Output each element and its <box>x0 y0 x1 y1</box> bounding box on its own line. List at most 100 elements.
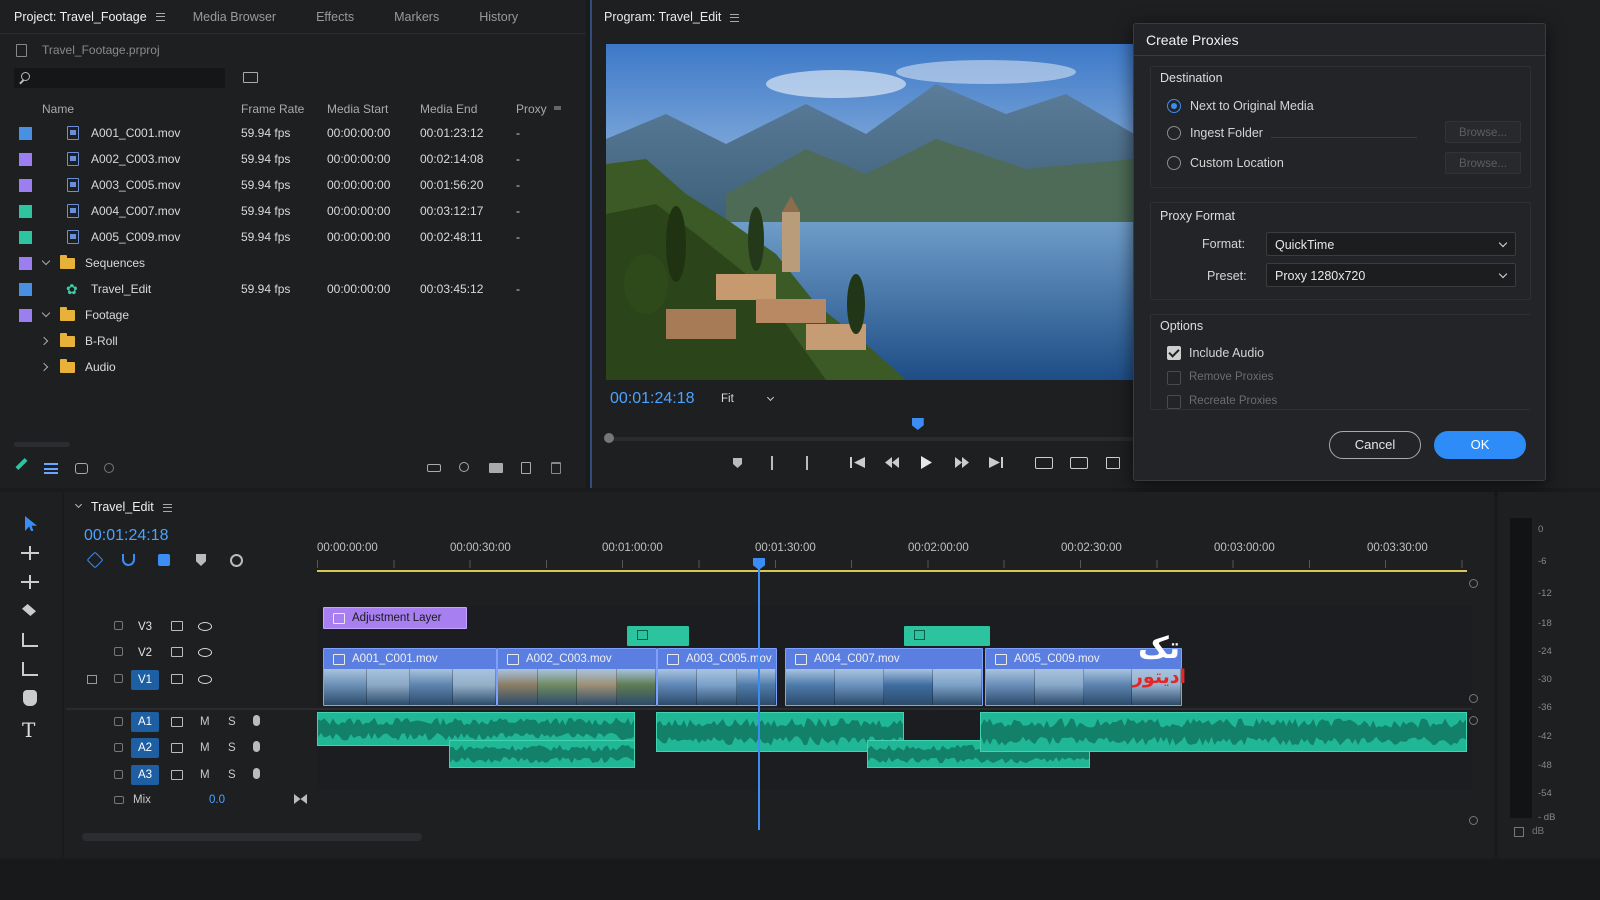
project-item[interactable]: ✿ Travel_Edit 59.94 fps 00:00:00:00 00:03:45… <box>0 276 580 302</box>
lift-icon[interactable] <box>1035 457 1053 469</box>
project-item[interactable]: Sequences <box>0 250 580 276</box>
radio-custom-location[interactable] <box>1167 156 1181 170</box>
preset-select[interactable]: Proxy 1280x720 <box>1266 263 1516 287</box>
zoom-slider-icon[interactable] <box>104 463 114 473</box>
mute-button[interactable]: M <box>200 742 210 754</box>
toggle-sync-lock-icon[interactable] <box>171 621 183 631</box>
col-media-start[interactable]: Media Start <box>327 102 388 116</box>
monitor-range-start-icon[interactable] <box>604 433 614 443</box>
v2-graphic-clip-1[interactable] <box>627 626 689 646</box>
list-view-icon[interactable] <box>44 463 58 474</box>
writable-pencil-icon[interactable] <box>15 457 28 471</box>
recreate-proxies-label[interactable]: Recreate Proxies <box>1189 395 1277 407</box>
project-item[interactable]: Audio <box>0 354 580 380</box>
mark-out-icon[interactable] <box>806 456 808 470</box>
solo-button[interactable]: S <box>228 716 236 728</box>
extract-icon[interactable] <box>1070 457 1088 469</box>
chevron-right-icon[interactable] <box>39 362 49 372</box>
toggle-sync-lock-icon[interactable] <box>171 717 183 727</box>
label-color-swatch[interactable] <box>19 257 32 270</box>
timeline-timecode[interactable]: 00:01:24:18 <box>84 527 169 545</box>
project-item[interactable]: A001_C001.mov 59.94 fps 00:00:00:00 00:01:2… <box>0 120 580 146</box>
tab-effects[interactable]: Effects <box>290 0 368 34</box>
project-item[interactable]: A004_C007.mov 59.94 fps 00:00:00:00 00:03:1… <box>0 198 580 224</box>
radio-next-to-original[interactable] <box>1167 99 1181 113</box>
timeline-settings-icon[interactable] <box>230 554 243 567</box>
col-name[interactable]: Name <box>42 102 74 116</box>
label-color-swatch[interactable] <box>19 179 32 192</box>
label-color-swatch[interactable] <box>19 283 32 296</box>
label-color-swatch[interactable] <box>19 153 32 166</box>
automate-to-sequence-icon[interactable] <box>427 464 441 472</box>
solo-button[interactable]: S <box>228 742 236 754</box>
browse-ingest-button[interactable]: Browse... <box>1445 121 1521 143</box>
project-scrollbar[interactable] <box>14 442 70 447</box>
hand-tool-icon[interactable] <box>23 690 37 706</box>
export-frame-icon[interactable] <box>1106 457 1120 469</box>
snap-icon[interactable] <box>122 554 135 566</box>
eye-icon[interactable] <box>198 648 212 657</box>
find-icon[interactable] <box>459 462 469 472</box>
project-item[interactable]: Footage <box>0 302 580 328</box>
go-to-out-icon[interactable] <box>989 457 1003 468</box>
audio-clip[interactable] <box>980 712 1467 752</box>
video-clip[interactable]: A001_C001.mov <box>323 648 497 706</box>
radio-ingest-folder[interactable] <box>1167 126 1181 140</box>
toggle-sync-lock-icon[interactable] <box>171 743 183 753</box>
new-bin-icon[interactable] <box>489 463 503 473</box>
tab-project[interactable]: Project: Travel_Footage <box>0 0 179 34</box>
mark-in-icon[interactable] <box>771 456 773 470</box>
option-custom-location[interactable]: Custom Location <box>1190 156 1284 170</box>
format-select[interactable]: QuickTime <box>1266 232 1516 256</box>
type-tool-icon[interactable]: T <box>22 718 35 742</box>
project-item[interactable]: A002_C003.mov 59.94 fps 00:00:00:00 00:02:1… <box>0 146 580 172</box>
meter-footer-icon[interactable] <box>1514 827 1524 837</box>
include-audio-label[interactable]: Include Audio <box>1189 346 1264 360</box>
chevron-down-icon[interactable] <box>41 308 51 318</box>
chevron-right-icon[interactable] <box>39 336 49 346</box>
zoom-select[interactable]: Fit <box>721 393 781 405</box>
work-area-bar[interactable] <box>317 570 1467 572</box>
track-target-v2[interactable]: V2 <box>131 643 159 663</box>
new-bin-from-search-icon[interactable] <box>243 72 258 83</box>
project-item[interactable]: B-Roll <box>0 328 580 354</box>
v2-graphic-clip-2[interactable] <box>904 626 990 646</box>
timeline-v-scroll-bottom[interactable] <box>1469 816 1478 825</box>
ok-button[interactable]: OK <box>1434 431 1526 459</box>
search-field[interactable] <box>14 68 225 88</box>
new-item-icon[interactable] <box>521 462 531 474</box>
pen-tool-icon[interactable] <box>22 662 38 676</box>
remove-proxies-checkbox[interactable] <box>1167 371 1181 385</box>
lock-track-icon[interactable] <box>114 647 123 656</box>
track-target-v3[interactable]: V3 <box>131 617 159 637</box>
lock-track-icon[interactable] <box>114 717 123 726</box>
program-video-frame[interactable] <box>606 44 1134 380</box>
mute-button[interactable]: M <box>200 769 210 781</box>
track-target-v1[interactable]: V1 <box>131 670 159 690</box>
linked-selection-icon[interactable] <box>158 554 170 566</box>
toggle-sync-lock-icon[interactable] <box>171 674 183 684</box>
voice-over-mic-icon[interactable] <box>253 715 260 726</box>
search-input[interactable] <box>38 70 218 86</box>
col-proxy[interactable]: Proxy <box>516 102 547 116</box>
lock-track-icon[interactable] <box>114 770 123 779</box>
timeline-h-scrollbar[interactable] <box>82 833 422 841</box>
slip-tool-icon[interactable] <box>22 633 38 647</box>
label-color-swatch[interactable] <box>19 205 32 218</box>
col-frame-rate[interactable]: Frame Rate <box>241 102 304 116</box>
browse-custom-button[interactable]: Browse... <box>1445 152 1521 174</box>
solo-button[interactable]: S <box>228 769 236 781</box>
col-menu-icon[interactable] <box>554 106 561 110</box>
voice-over-mic-icon[interactable] <box>253 741 260 752</box>
timeline-v-scroll-top[interactable] <box>1469 579 1478 588</box>
icon-view-icon[interactable] <box>75 463 88 474</box>
label-color-swatch[interactable] <box>19 231 32 244</box>
label-color-swatch[interactable] <box>19 309 32 322</box>
option-ingest-folder[interactable]: Ingest Folder <box>1190 126 1263 140</box>
lock-track-icon[interactable] <box>114 674 123 683</box>
go-to-in-icon[interactable] <box>850 457 865 468</box>
mix-value[interactable]: 0.0 <box>209 794 225 806</box>
program-timecode[interactable]: 00:01:24:18 <box>610 390 695 408</box>
monitor-scrub-track[interactable] <box>608 437 1133 441</box>
track-target-a3[interactable]: A3 <box>131 765 159 785</box>
